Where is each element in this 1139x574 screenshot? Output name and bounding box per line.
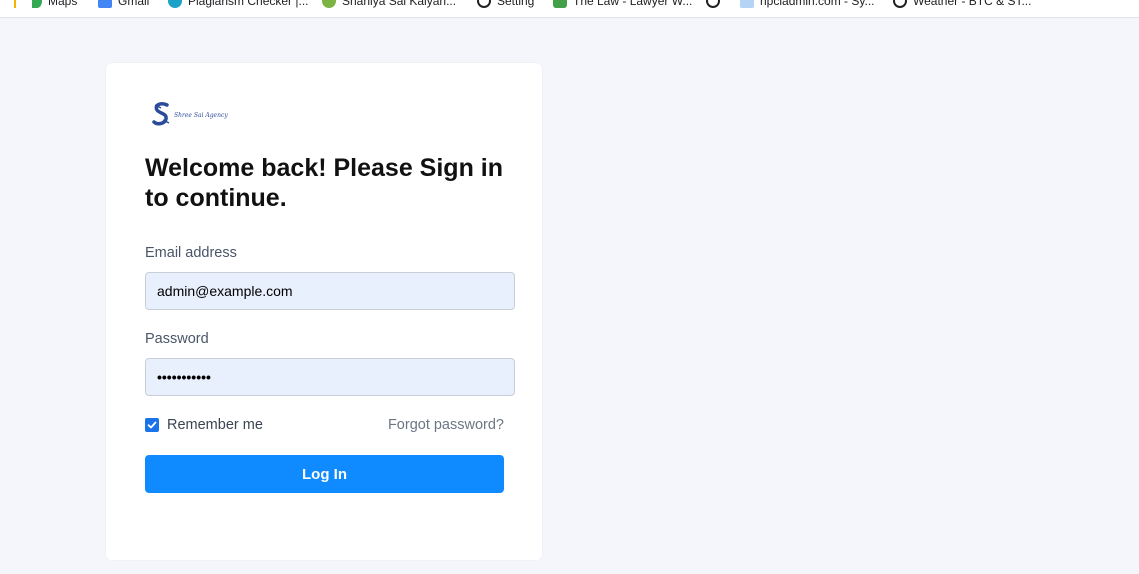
login-button[interactable]: Log In [145,455,504,493]
bookmark-shaniya[interactable]: Shaniya Sai Kalyan... [322,0,456,11]
bookmark-label: The Law - Lawyer W... [573,0,693,8]
bookmark-label: Shaniya Sai Kalyan... [342,0,457,8]
maps-pin-icon [32,0,42,8]
brand-logo-mark-icon [152,102,170,126]
checkmark-icon [147,421,157,429]
forgot-password-link[interactable]: Forgot password? [388,417,504,433]
bookmark-label: Weather - BTC & ST... [913,0,1032,8]
bookmark-label: Maps [48,0,78,8]
login-card: Shree Sai Agency Welcome back! Please Si… [106,63,542,560]
password-value: ••••••••••• [157,369,211,385]
page-title: Welcome back! Please Sign in to continue… [145,154,504,212]
bookmark-label: Plagiarism Checker |... [188,0,309,8]
site-favicon-icon [740,0,754,8]
remember-me-label: Remember me [167,417,263,433]
bookmark-npciadmin[interactable]: npciadmin.com - Sy... [740,0,874,11]
email-field[interactable]: admin@example.com [145,272,515,310]
bookmark-maps[interactable]: Maps [32,0,77,11]
remember-me[interactable]: Remember me [145,417,263,433]
bookmark-weather[interactable]: Weather - BTC & ST... [893,0,1031,11]
bookmark-plagiarism-checker[interactable]: Plagiarism Checker |... [168,0,309,11]
bookmark-label: npciadmin.com - Sy... [760,0,875,8]
site-favicon-icon [553,0,567,8]
bookmark-gmail[interactable]: Gmail [98,0,149,11]
password-field[interactable]: ••••••••••• [145,358,515,396]
bookmark-unnamed[interactable] [706,0,726,11]
bookmark-item[interactable] [14,0,16,11]
password-label: Password [145,331,209,347]
bookmarks-bar: Maps Gmail Plagiarism Checker |... Shani… [0,0,1139,18]
gmail-icon [98,0,112,8]
remember-me-checkbox[interactable] [145,418,159,432]
site-favicon-icon [706,0,720,8]
bookmark-label: Gmail [118,0,150,8]
plagiarism-checker-icon [168,0,182,8]
email-label: Email address [145,245,237,261]
bookmark-label: Setting [497,0,535,8]
brand-logo-text: Shree Sai Agency [174,111,228,119]
bookmark-separator [14,0,16,8]
site-favicon-icon [477,0,491,8]
bookmark-the-law[interactable]: The Law - Lawyer W... [553,0,692,11]
email-value: admin@example.com [157,283,293,299]
site-favicon-icon [893,0,907,8]
site-favicon-icon [322,0,336,8]
brand-logo: Shree Sai Agency [152,101,228,127]
bookmark-setting[interactable]: Setting [477,0,534,11]
